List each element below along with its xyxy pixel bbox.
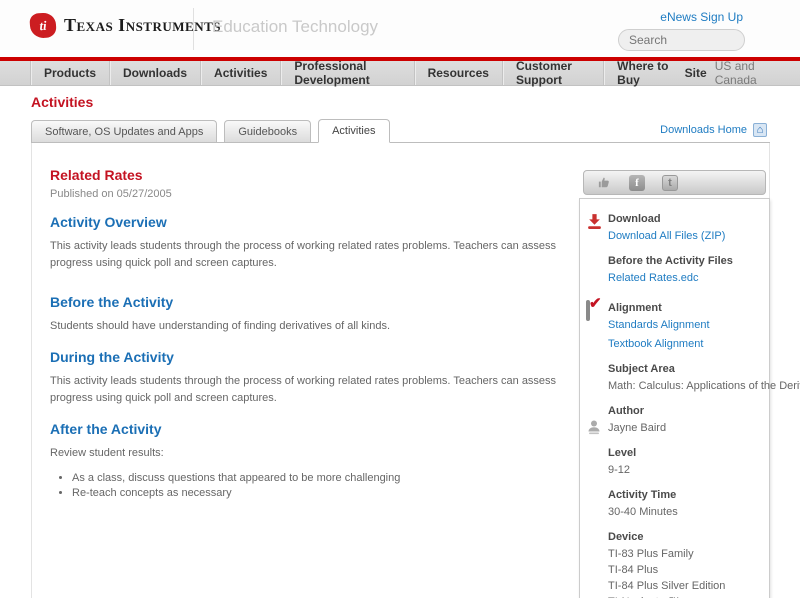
twitter-icon[interactable]: t	[662, 174, 678, 191]
sidebar: f t Download Download All Files (ZIP) Be…	[579, 170, 800, 598]
nav-item-activities[interactable]: Activities	[200, 61, 280, 85]
section-body: This activity leads students through the…	[50, 240, 557, 270]
enews-signup-link[interactable]: eNews Sign Up	[660, 10, 743, 24]
device-value: TI-84 Plus Silver Edition	[608, 580, 726, 592]
brand-name: Texas Instruments	[64, 15, 221, 35]
nav-item-downloads[interactable]: Downloads	[109, 61, 200, 85]
device-value: TI-83 Plus Family	[608, 548, 694, 560]
article-title: Related Rates	[50, 167, 143, 183]
level-value: 9-12	[608, 464, 631, 476]
nav-item-products[interactable]: Products	[30, 61, 109, 85]
home-icon[interactable]: ⌂	[753, 123, 767, 137]
device-value: TI-84 Plus	[608, 564, 659, 576]
alignment-section: ✔ Alignment Standards Alignment Textbook…	[580, 295, 769, 350]
published-date: Published on 05/27/2005	[50, 188, 172, 200]
author-person-icon	[586, 419, 603, 436]
activity-time-value: 30-40 Minutes	[608, 506, 678, 518]
thumbs-up-icon[interactable]	[596, 175, 612, 191]
page-title: Activities	[31, 94, 94, 110]
nav-item-professional-development[interactable]: Professional Development	[280, 59, 413, 87]
download-icon	[586, 213, 603, 230]
sidebar-box: Download Download All Files (ZIP) Before…	[579, 198, 800, 598]
bullet-list: As a class, discuss questions that appea…	[72, 472, 578, 499]
subject-area-value: Math: Calculus: Applications of the Deri…	[608, 380, 800, 392]
nav-item-customer-support[interactable]: Customer Support	[501, 59, 603, 87]
tab-guidebooks[interactable]: Guidebooks	[224, 120, 312, 142]
section-heading-activity-overview: Activity Overview	[50, 214, 167, 230]
level-label: Level	[608, 447, 637, 459]
tab-bar: Software, OS Updates and Apps Guidebooks…	[31, 119, 770, 143]
author-label: Author	[608, 405, 645, 417]
author-value: Jayne Baird	[608, 422, 667, 434]
division-title: Education Technology	[212, 17, 379, 36]
social-bar: f t	[583, 170, 766, 195]
activity-time-label: Activity Time	[608, 489, 677, 501]
search-input[interactable]	[619, 30, 744, 50]
subject-area-label: Subject Area	[608, 363, 675, 375]
standards-alignment-link[interactable]: Standards Alignment	[608, 319, 769, 331]
content-panel: Related Rates Published on 05/27/2005 Ac…	[31, 143, 800, 598]
tab-activities[interactable]: Activities	[318, 119, 390, 143]
section-heading-after-activity: After the Activity	[50, 421, 162, 438]
bullet-item: Re-teach concepts as necessary	[72, 487, 578, 499]
header: ti Texas Instruments Education Technolog…	[0, 0, 800, 57]
nav-item-where-to-buy[interactable]: Where to Buy	[603, 59, 685, 87]
facebook-icon[interactable]: f	[629, 174, 645, 191]
nav-item-resources[interactable]: Resources	[413, 61, 502, 85]
search-box: »	[618, 29, 745, 51]
activity-time-section: Activity Time 30-40 Minutes	[580, 489, 769, 518]
download-section: Download Download All Files (ZIP)	[580, 213, 769, 242]
tab-software-os-updates[interactable]: Software, OS Updates and Apps	[31, 120, 218, 142]
download-label: Download	[608, 213, 661, 225]
site-label: Site	[684, 66, 707, 80]
page: ti Texas Instruments Education Technolog…	[0, 0, 800, 598]
download-all-files-link[interactable]: Download All Files (ZIP)	[608, 230, 769, 242]
ti-logo-icon: ti	[29, 12, 57, 39]
article: Related Rates Published on 05/27/2005 Ac…	[50, 167, 578, 502]
section-heading-before-activity: Before the Activity	[50, 294, 174, 311]
author-section: Author Jayne Baird	[580, 405, 769, 436]
section-heading-during-activity: During the Activity	[50, 349, 174, 366]
textbook-alignment-link[interactable]: Textbook Alignment	[608, 338, 769, 350]
before-activity-files-section: Before the Activity Files Related Rates.…	[580, 255, 769, 284]
downloads-home-link[interactable]: Downloads Home	[660, 124, 747, 136]
device-label: Device	[608, 531, 644, 543]
site-selector[interactable]: Site US and Canada	[684, 59, 800, 87]
device-section: Device TI-83 Plus Family TI-84 Plus TI-8…	[580, 531, 769, 598]
related-rates-edc-link[interactable]: Related Rates.edc	[608, 272, 769, 284]
section-body: This activity leads students through the…	[50, 375, 557, 405]
section-body: Review student results:	[50, 447, 164, 460]
before-files-label: Before the Activity Files	[608, 255, 733, 267]
alignment-label: Alignment	[608, 302, 662, 314]
level-section: Level 9-12	[580, 447, 769, 476]
bullet-item: As a class, discuss questions that appea…	[72, 472, 578, 484]
section-body: Students should have understanding of fi…	[50, 320, 390, 333]
main-nav: Products Downloads Activities Profession…	[0, 59, 800, 87]
site-value: US and Canada	[714, 59, 757, 87]
header-divider	[193, 8, 194, 50]
downloads-home: Downloads Home ⌂	[660, 123, 767, 137]
subject-area-section: Subject Area Math: Calculus: Application…	[580, 363, 800, 392]
alignment-checkbox-icon: ✔	[586, 295, 603, 321]
